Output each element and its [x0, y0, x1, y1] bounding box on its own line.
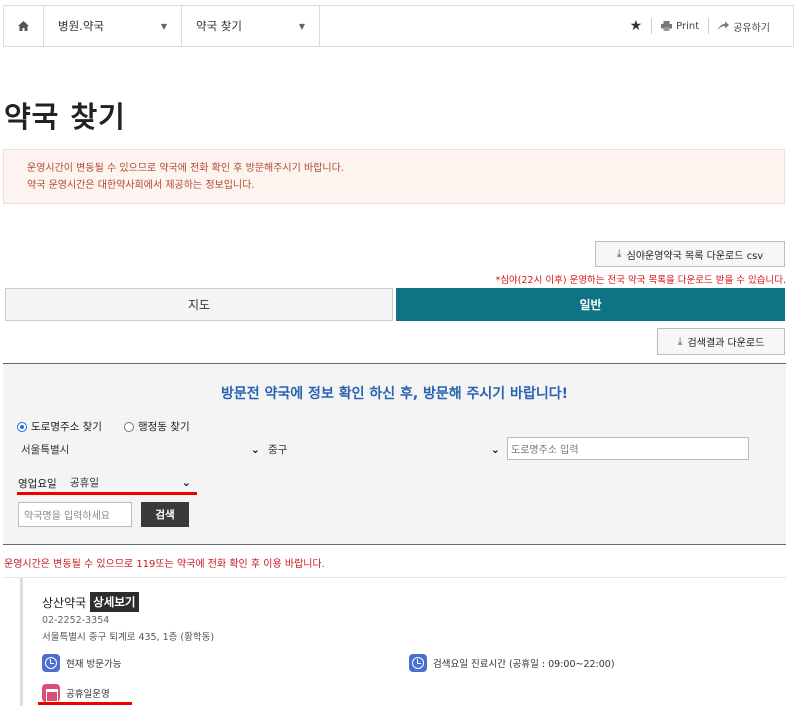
pharmacy-name-input[interactable]: 약국명을 입력하세요: [18, 502, 132, 527]
notice-line: 운영시간이 변동될 수 있으므로 약국에 전화 확인 후 방문해주시기 바랍니다…: [27, 163, 344, 174]
address-type-radios: 도로명주소 찾기 행정동 찾기: [17, 419, 190, 434]
operating-hours-warning: 운영시간은 변동될 수 있으므로 119또는 약국에 전화 확인 후 이용 바랍…: [4, 559, 325, 570]
print-label: Print: [676, 20, 700, 32]
search-button[interactable]: 검색: [141, 502, 189, 527]
radio-road-address[interactable]: 도로명주소 찾기: [17, 419, 102, 434]
notice-box: 운영시간이 변동될 수 있으므로 약국에 전화 확인 후 방문해주시기 바랍니다…: [3, 149, 785, 204]
share-button[interactable]: 공유하기: [708, 18, 779, 34]
pharmacy-phone: 02-2252-3354: [42, 615, 110, 626]
operating-hours-label: 검색요일 진료시간 (공휴일 : 09:00~22:00): [433, 659, 615, 670]
search-heading: 방문전 약국에 정보 확인 하신 후, 방문해 주시기 바랍니다!: [221, 386, 568, 402]
city-select[interactable]: 서울특별시 ⌄: [17, 438, 263, 460]
tab-general[interactable]: 일반: [396, 288, 785, 321]
chevron-down-icon: ⌄: [181, 475, 191, 489]
home-button[interactable]: [4, 6, 44, 46]
notice-line: 약국 운영시간은 대한약사회에서 제공하는 정보입니다.: [27, 180, 255, 191]
road-address-input[interactable]: 도로명주소 입력: [507, 437, 749, 460]
night-download-note: *심야(22시 이후) 운영하는 전국 약국 목록을 다운로드 받을 수 있습니…: [495, 275, 786, 286]
result-download-label: 검색결과 다운로드: [687, 338, 765, 349]
tab-map[interactable]: 지도: [5, 288, 393, 321]
divider: [3, 544, 786, 545]
district-value: 중구: [268, 443, 288, 456]
status-now: 현재 방문가능: [42, 654, 121, 672]
breadcrumb-level2-select[interactable]: 약국 찾기 ▼: [182, 6, 320, 46]
operating-hours: 검색요일 진료시간 (공휴일 : 09:00~22:00): [409, 654, 615, 672]
business-day-label: 영업요일: [18, 478, 57, 490]
detail-view-button[interactable]: 상세보기: [90, 592, 139, 612]
city-value: 서울특별시: [21, 443, 70, 456]
share-label: 공유하기: [733, 22, 770, 34]
holiday-operation-label: 공휴일운영: [66, 689, 110, 700]
clock-icon: [42, 654, 60, 672]
star-icon: ★: [629, 18, 643, 34]
radio-dot: [17, 421, 27, 432]
business-day-select[interactable]: 공휴일 ⌄: [67, 471, 195, 493]
result-download-button[interactable]: ⤓ 검색결과 다운로드: [657, 328, 785, 355]
printer-icon: [661, 21, 673, 31]
night-pharmacy-download-button[interactable]: ⤓ 심야운영약국 목록 다운로드 csv: [595, 241, 785, 267]
business-day-value: 공휴일: [70, 476, 99, 489]
home-icon: [18, 21, 29, 31]
clock-icon: [409, 654, 427, 672]
pharmacy-name: 상산약국: [42, 595, 87, 610]
radio-dot: [123, 421, 134, 432]
red-underline-annotation: [17, 492, 197, 495]
share-icon: [718, 21, 730, 30]
breadcrumb-level2-label: 약국 찾기: [196, 19, 242, 33]
caret-down-icon: ▼: [298, 21, 305, 31]
download-icon: ⤓: [677, 334, 683, 348]
search-panel: 방문전 약국에 정보 확인 하신 후, 방문해 주시기 바랍니다! 도로명주소 …: [3, 364, 786, 544]
radio-road-label: 도로명주소 찾기: [31, 421, 102, 433]
radio-dong-label: 행정동 찾기: [137, 421, 190, 433]
caret-down-icon: ▼: [160, 21, 167, 31]
list-item: 상산약국 상세보기 02-2252-3354 서울특별시 중구 퇴계로 435,…: [20, 578, 786, 706]
page-title: 약국 찾기: [4, 100, 126, 134]
red-underline-annotation: [38, 702, 132, 705]
print-button[interactable]: Print: [651, 18, 708, 34]
breadcrumb-level1-label: 병원.약국: [58, 19, 104, 33]
page-tools: ★ Print 공유하기: [621, 6, 793, 46]
breadcrumb-bar: 병원.약국 ▼ 약국 찾기 ▼ ★ Print 공유하기: [3, 5, 794, 47]
favorite-button[interactable]: ★: [621, 18, 652, 34]
holiday-operation: 공휴일운영: [42, 684, 110, 702]
radio-admin-dong[interactable]: 행정동 찾기: [123, 419, 190, 434]
district-select[interactable]: 중구 ⌄: [265, 438, 503, 460]
pharmacy-address: 서울특별시 중구 퇴계로 435, 1층 (황학동): [42, 632, 215, 643]
pharmacy-name-row: 상산약국 상세보기: [42, 592, 139, 612]
night-download-label: 심야운영약국 목록 다운로드 csv: [626, 250, 764, 262]
breadcrumb-level1-select[interactable]: 병원.약국 ▼: [44, 6, 182, 46]
chevron-down-icon: ⌄: [490, 442, 500, 456]
download-icon: ⤓: [616, 247, 622, 260]
calendar-icon: [42, 684, 60, 702]
status-now-label: 현재 방문가능: [66, 659, 122, 670]
chevron-down-icon: ⌄: [250, 442, 260, 456]
